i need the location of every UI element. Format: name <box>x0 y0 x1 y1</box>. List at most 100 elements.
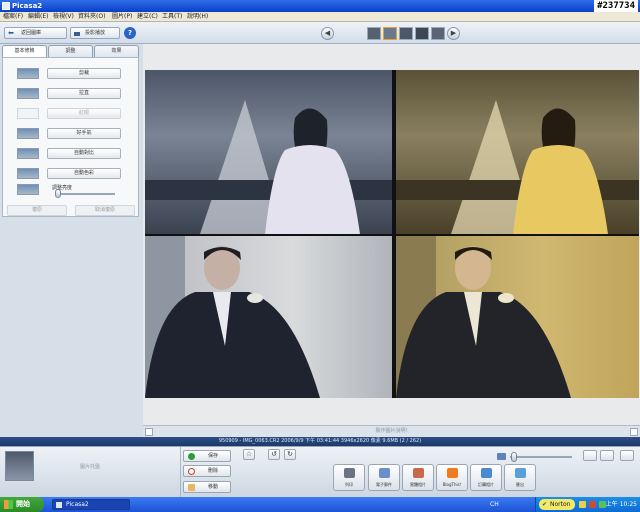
photo-quadrant-bottom-left <box>145 236 392 398</box>
menu-help[interactable]: 說明(H) <box>187 13 208 21</box>
delete-label: 刪除 <box>208 468 219 474</box>
taskbar-picasa-task[interactable]: Picasa2 <box>52 499 130 510</box>
caption-right-toggle[interactable] <box>630 428 638 436</box>
tab-tuning[interactable]: 調整 <box>48 45 93 57</box>
email-icon <box>379 468 390 478</box>
windows-flag-icon <box>4 500 13 509</box>
crop-button[interactable]: 剪裁 <box>47 68 121 79</box>
redo-button[interactable]: 取消復原 <box>75 205 135 216</box>
slideshow-icon <box>74 32 80 36</box>
redeye-button[interactable]: 紅眼 <box>47 108 121 119</box>
menu-create[interactable]: 建立(C) <box>137 13 158 21</box>
straighten-button[interactable]: 拉直 <box>47 88 121 99</box>
next-photo-button[interactable]: ▶ <box>447 27 460 40</box>
zoom-knob[interactable] <box>511 452 517 462</box>
email-button[interactable]: 電子郵件 <box>368 464 400 491</box>
star-button[interactable]: ☆ <box>243 449 255 460</box>
language-indicator[interactable]: CH <box>490 500 499 509</box>
blogthis-button[interactable]: BlogThis! <box>436 464 468 491</box>
photo-caption-text[interactable]: 製作圖片說明! <box>375 428 407 434</box>
feeling-lucky-row: 好手氣 <box>17 128 123 140</box>
auto-color-icon <box>17 168 39 179</box>
auto-color-row: 自動色彩 <box>17 168 123 180</box>
order-prints-button[interactable]: 實體相片 <box>402 464 434 491</box>
norton-button[interactable]: ✔ Norton <box>539 499 575 510</box>
straighten-row: 拉直 <box>17 88 123 100</box>
tray-label: 圖片托盤 <box>79 464 100 470</box>
auto-color-button[interactable]: 自動色彩 <box>47 168 121 179</box>
basic-fixes-tools: 剪裁 拉直 紅眼 好手氣 自動對比 自動色彩 調整亮度 復原 取消復原 <box>2 57 139 217</box>
print-button[interactable]: 列印 <box>333 464 365 491</box>
crop-icon <box>17 68 39 79</box>
rotate-left-icon[interactable]: ↺ <box>268 449 280 460</box>
system-tray: ✔ Norton 上午 10:25 <box>535 497 640 512</box>
slideshow-button[interactable]: 投影播放 <box>70 27 120 39</box>
menu-edit[interactable]: 編輯(E) <box>28 13 48 21</box>
menu-tools[interactable]: 工具(T) <box>162 13 182 21</box>
print-icon <box>344 468 355 478</box>
filmstrip-thumb[interactable] <box>431 27 445 40</box>
bride-warm-image <box>396 100 639 234</box>
export-label: 匯出 <box>516 482 524 487</box>
caption-left-toggle[interactable] <box>145 428 153 436</box>
start-button[interactable]: 開始 <box>0 497 44 512</box>
zoom-slider <box>497 452 577 462</box>
tray-icon[interactable] <box>579 501 586 508</box>
view-single-button[interactable] <box>583 450 597 461</box>
photo-quadrant-top-right <box>396 70 639 234</box>
fill-light-icon-row <box>17 184 39 195</box>
picasa-task-icon <box>56 502 62 508</box>
redeye-icon <box>17 108 39 119</box>
export-icon <box>515 468 526 478</box>
filmstrip-thumb[interactable] <box>367 27 381 40</box>
order-online-icon <box>481 468 492 478</box>
save-label: 保存 <box>208 453 219 459</box>
tab-effects[interactable]: 效果 <box>94 45 139 57</box>
blogger-icon <box>447 468 458 478</box>
save-icon <box>188 453 195 460</box>
export-button[interactable]: 匯出 <box>504 464 536 491</box>
hold-button[interactable]: 移動 <box>183 481 231 493</box>
fill-light-track[interactable] <box>57 193 115 195</box>
auto-contrast-row: 自動對比 <box>17 148 123 160</box>
menu-view[interactable]: 檢視(V) <box>53 13 74 21</box>
hold-label: 移動 <box>208 484 219 490</box>
tab-basic-fixes[interactable]: 基本修飾 <box>2 45 47 57</box>
view-split-button[interactable] <box>600 450 614 461</box>
help-button[interactable]: ? <box>124 27 136 39</box>
straighten-icon <box>17 88 39 99</box>
previous-photo-button[interactable]: ◀ <box>321 27 334 40</box>
picasa-task-label: Picasa2 <box>66 501 89 508</box>
filmstrip-thumb[interactable] <box>415 27 429 40</box>
feeling-lucky-button[interactable]: 好手氣 <box>47 128 121 139</box>
order-online-button[interactable]: 訂購相片 <box>470 464 502 491</box>
auto-contrast-button[interactable]: 自動對比 <box>47 148 121 159</box>
back-to-library-button[interactable]: ⬅ 返回圖庫 <box>4 27 67 39</box>
filmstrip-thumb-selected[interactable] <box>383 27 397 40</box>
fill-light-slider: 調整亮度 <box>47 184 127 198</box>
crop-row: 剪裁 <box>17 68 123 80</box>
photo-canvas[interactable] <box>145 70 639 398</box>
tray-icon[interactable] <box>589 501 596 508</box>
save-button[interactable]: 保存 <box>183 450 231 462</box>
filmstrip-thumb[interactable] <box>399 27 413 40</box>
slideshow-label: 投影播放 <box>85 30 106 36</box>
photo-caption-bar[interactable]: 製作圖片說明! <box>143 425 640 437</box>
zoom-track[interactable] <box>510 456 572 458</box>
menu-folder[interactable]: 資料夾(O) <box>78 13 105 21</box>
print-label: 列印 <box>345 482 353 487</box>
menu-file[interactable]: 檔案(F) <box>3 13 23 21</box>
tray-thumbnail[interactable] <box>5 451 34 481</box>
rotate-right-icon[interactable]: ↻ <box>284 449 296 460</box>
menu-picture[interactable]: 圖片(P) <box>112 13 132 21</box>
bride-original-image <box>145 100 392 234</box>
delete-button[interactable]: 刪除 <box>183 465 231 477</box>
norton-check-icon: ✔ <box>542 501 548 508</box>
back-to-library-label: 返回圖庫 <box>21 30 42 36</box>
view-fullscreen-button[interactable] <box>620 450 634 461</box>
fill-light-knob[interactable] <box>55 189 61 198</box>
start-label: 開始 <box>16 500 30 508</box>
email-label: 電子郵件 <box>376 482 392 487</box>
norton-label: Norton <box>550 501 571 508</box>
undo-button[interactable]: 復原 <box>7 205 67 216</box>
